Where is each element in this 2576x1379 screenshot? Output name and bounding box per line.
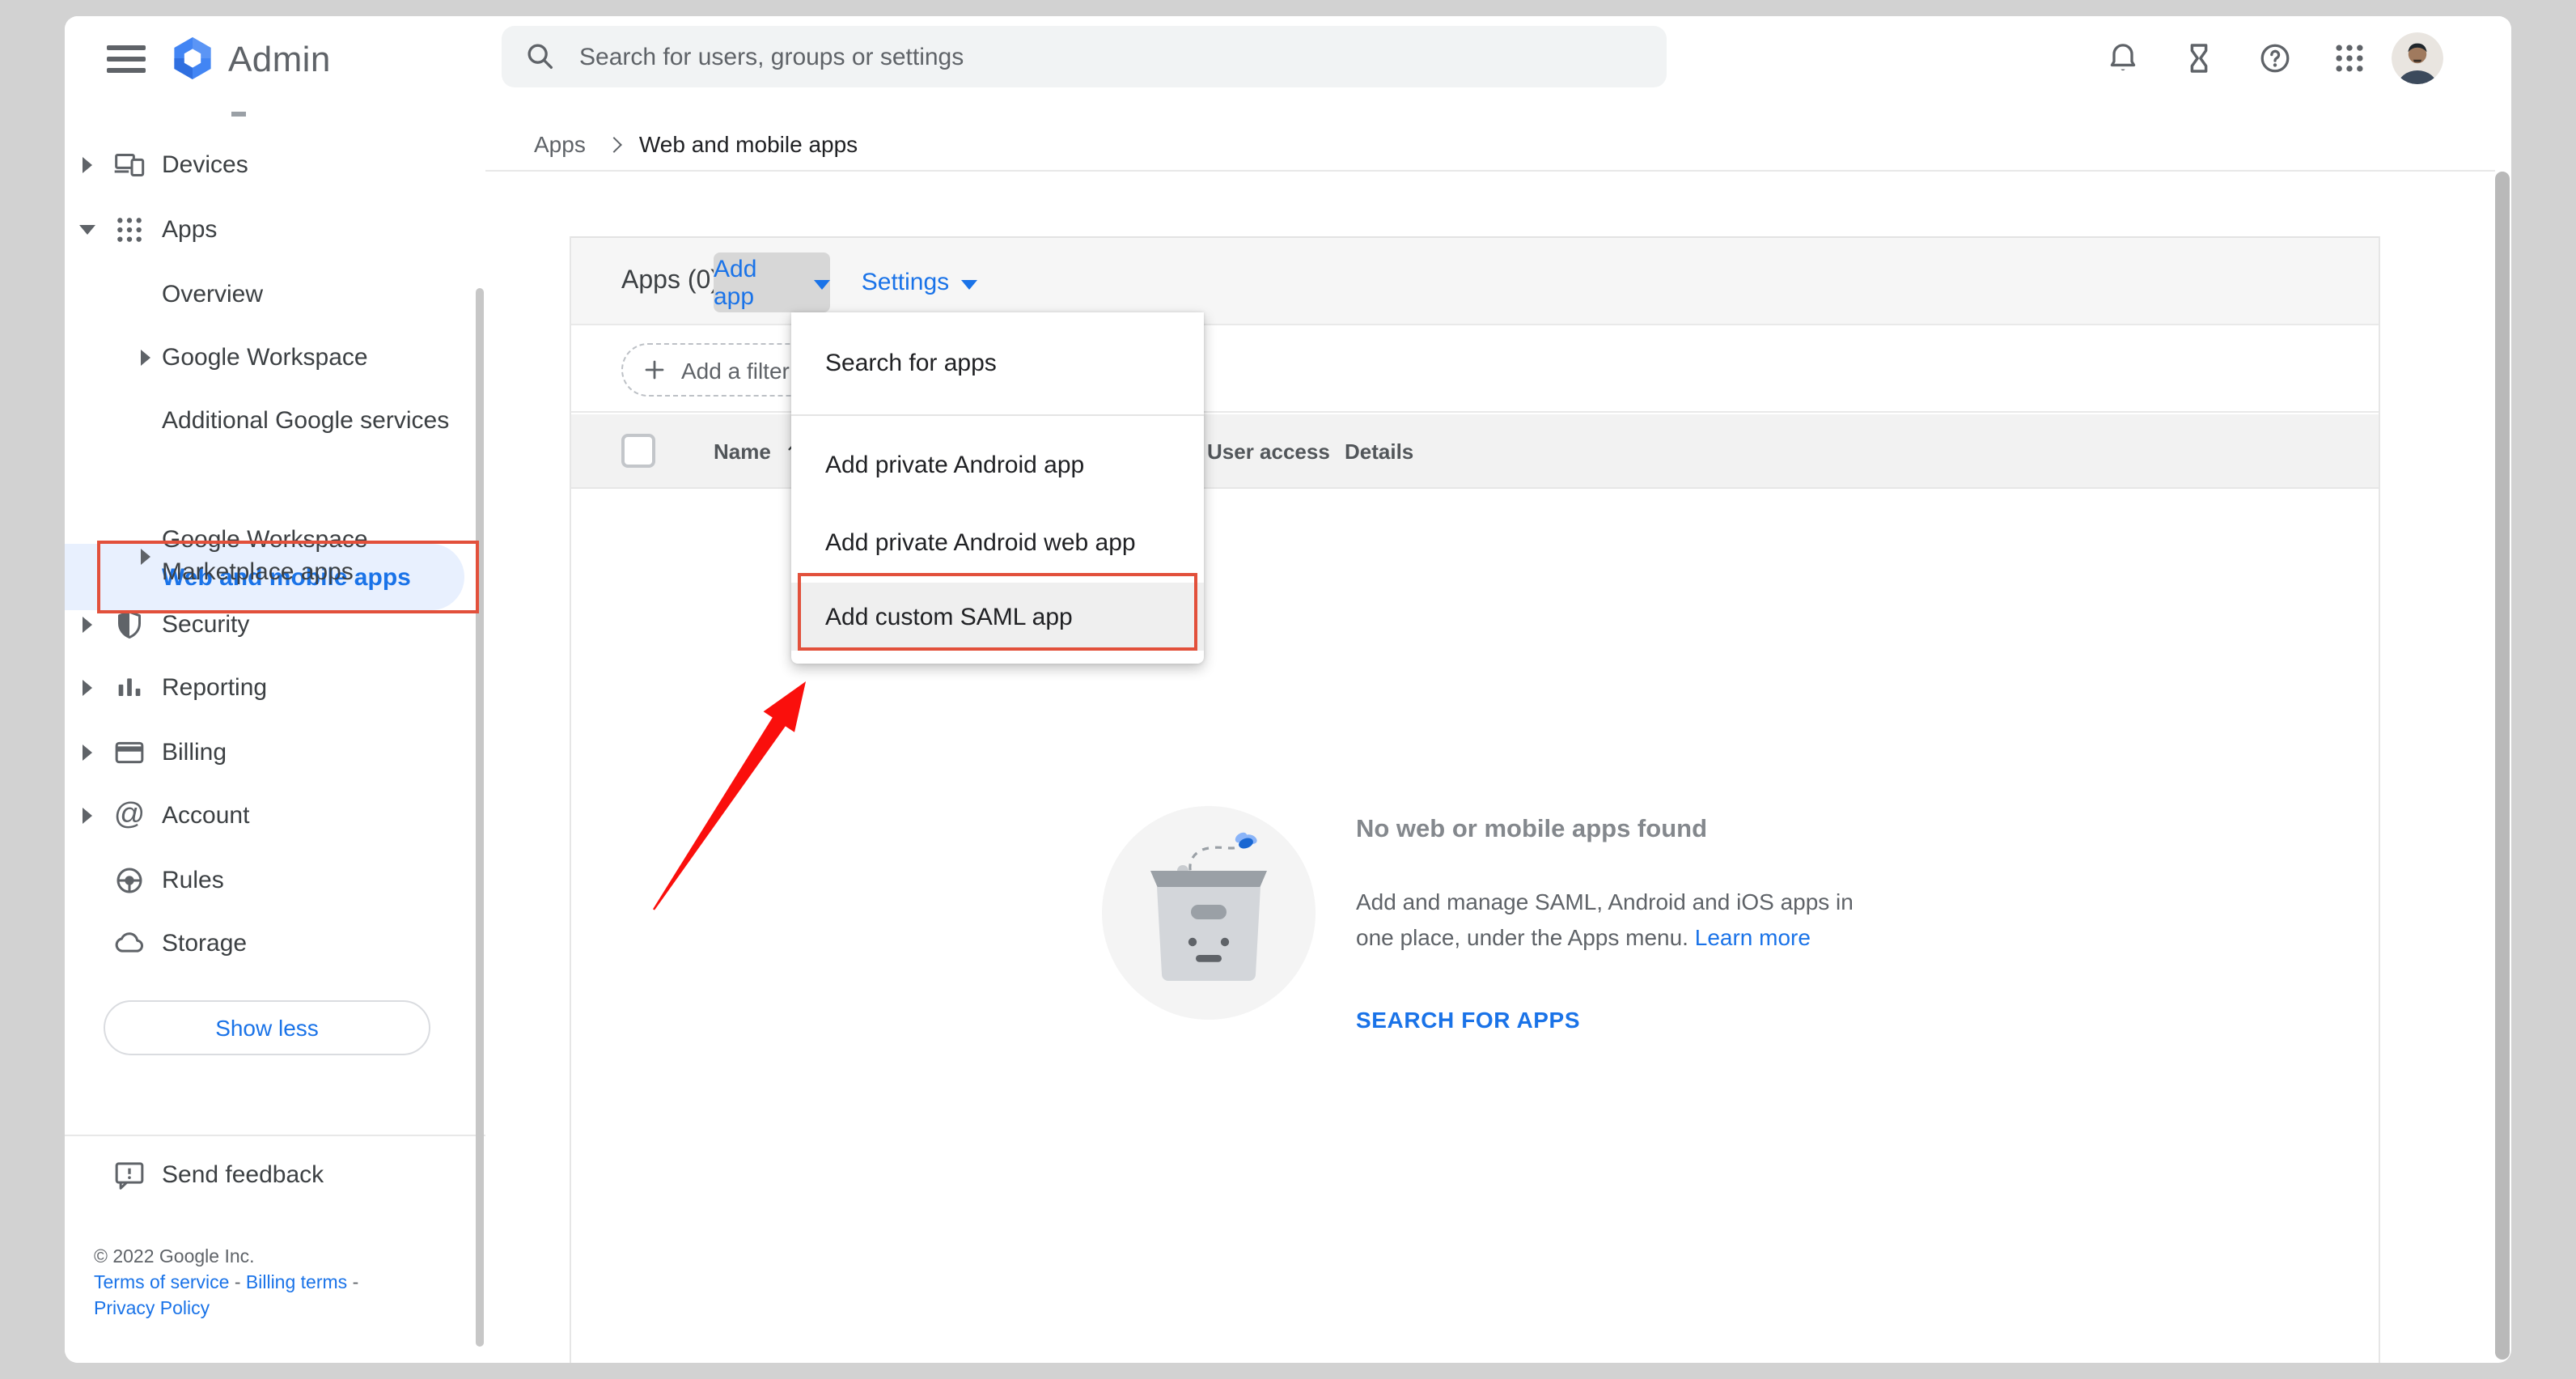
menu-item-add-private-android-app[interactable]: Add private Android app [791, 426, 1204, 503]
top-app-bar: Admin [65, 16, 2511, 100]
storage-cloud-icon [113, 927, 146, 960]
expand-chevron-icon[interactable] [83, 745, 92, 761]
navigation-sidebar: Devices Apps Overview Google Works [65, 100, 485, 1363]
column-header-user-access: User access [1207, 439, 1330, 463]
empty-state-description: Add and manage SAML, Android and iOS app… [1356, 884, 2036, 955]
sidebar-scrollbar[interactable] [476, 288, 484, 1347]
menu-item-search-for-apps[interactable]: Search for apps [791, 324, 1204, 401]
menu-item-add-custom-saml-app[interactable]: Add custom SAML app [791, 583, 1204, 651]
sidebar-item-account[interactable]: @ Account [65, 783, 472, 848]
expand-chevron-icon[interactable] [83, 617, 92, 633]
expand-chevron-icon[interactable] [83, 808, 92, 824]
sidebar-footer-divider [65, 1135, 485, 1136]
settings-button[interactable]: Settings [843, 252, 995, 312]
learn-more-link[interactable]: Learn more [1695, 924, 1811, 950]
menu-divider [791, 414, 1204, 416]
search-icon [524, 40, 557, 73]
search-input[interactable] [579, 43, 1550, 70]
search-for-apps-button[interactable]: SEARCH FOR APPS [1356, 1007, 2036, 1033]
sidebar-item-devices[interactable]: Devices [65, 133, 472, 197]
dropdown-arrow-icon [814, 279, 830, 289]
account-avatar[interactable] [2392, 32, 2443, 84]
sidebar-item-overview[interactable]: Overview [65, 262, 472, 327]
global-search[interactable] [502, 26, 1667, 87]
collapse-chevron-icon[interactable] [79, 225, 95, 235]
menu-item-add-private-android-web-app[interactable]: Add private Android web app [791, 503, 1204, 581]
add-app-dropdown-menu: Search for apps Add private Android app … [791, 312, 1204, 664]
product-title: Admin [228, 39, 331, 81]
column-header-details: Details [1345, 439, 1413, 463]
dropdown-arrow-icon [960, 279, 977, 289]
sidebar-item-security[interactable]: Security [65, 592, 472, 657]
empty-box-illustration [1102, 806, 1316, 1020]
billing-card-icon [113, 736, 146, 769]
hourglass-icon[interactable] [2181, 40, 2217, 76]
expand-chevron-icon[interactable] [141, 549, 150, 565]
terms-of-service-link[interactable]: Terms of service [94, 1274, 229, 1293]
devices-icon [113, 149, 146, 181]
expand-chevron-icon[interactable] [83, 157, 92, 173]
help-icon[interactable] [2257, 40, 2293, 76]
sidebar-item-rules[interactable]: Rules [65, 848, 472, 913]
reporting-bar-chart-icon [113, 672, 146, 704]
partially-scrolled-nav-item [231, 112, 246, 116]
add-filter-chip[interactable]: Add a filter [621, 343, 817, 397]
expand-chevron-icon[interactable] [141, 350, 150, 366]
breadcrumb-apps-link[interactable]: Apps [534, 131, 586, 157]
notifications-bell-icon[interactable] [2105, 40, 2141, 76]
google-admin-logo [167, 32, 218, 84]
apps-count-label: Apps (0) [621, 266, 719, 295]
breadcrumb-current-page: Web and mobile apps [639, 131, 858, 157]
empty-state: No web or mobile apps found Add and mana… [1356, 806, 2036, 1033]
send-feedback-button[interactable]: Send feedback [65, 1143, 472, 1207]
rules-wheel-icon [113, 864, 146, 897]
sidebar-item-storage[interactable]: Storage [65, 911, 472, 976]
main-menu-icon[interactable] [107, 45, 146, 73]
empty-state-title: No web or mobile apps found [1356, 816, 2036, 845]
header-divider [485, 170, 2495, 172]
plus-icon [642, 358, 667, 382]
sidebar-item-marketplace-apps[interactable]: Google Workspace Marketplace apps [65, 520, 472, 594]
privacy-policy-link[interactable]: Privacy Policy [94, 1300, 210, 1319]
google-apps-grid-icon[interactable] [2332, 40, 2367, 76]
show-less-button[interactable]: Show less [104, 1000, 430, 1055]
breadcrumb: Apps Web and mobile apps [534, 118, 858, 170]
billing-terms-link[interactable]: Billing terms [246, 1274, 347, 1293]
select-all-checkbox[interactable] [621, 434, 655, 468]
copyright-text: © 2022 Google Inc. [94, 1245, 358, 1271]
sidebar-item-google-workspace[interactable]: Google Workspace [65, 325, 472, 390]
breadcrumb-chevron-icon [606, 136, 622, 152]
sidebar-item-reporting[interactable]: Reporting [65, 656, 472, 720]
apps-grid-icon [113, 214, 146, 246]
sidebar-footer: © 2022 Google Inc. Terms of service - Bi… [94, 1245, 358, 1322]
main-scrollbar[interactable] [2495, 172, 2510, 1360]
expand-chevron-icon[interactable] [83, 680, 92, 696]
sidebar-item-additional-google-services[interactable]: Additional Google services [65, 388, 472, 453]
admin-console-window: Admin [65, 16, 2511, 1363]
feedback-icon [113, 1159, 146, 1191]
sidebar-item-apps[interactable]: Apps [65, 197, 472, 262]
account-at-icon: @ [113, 800, 146, 832]
add-app-button[interactable]: Add app [714, 252, 830, 312]
security-shield-icon [113, 609, 146, 641]
screenshot-canvas: Admin [0, 0, 2576, 1379]
sidebar-item-billing[interactable]: Billing [65, 720, 472, 785]
